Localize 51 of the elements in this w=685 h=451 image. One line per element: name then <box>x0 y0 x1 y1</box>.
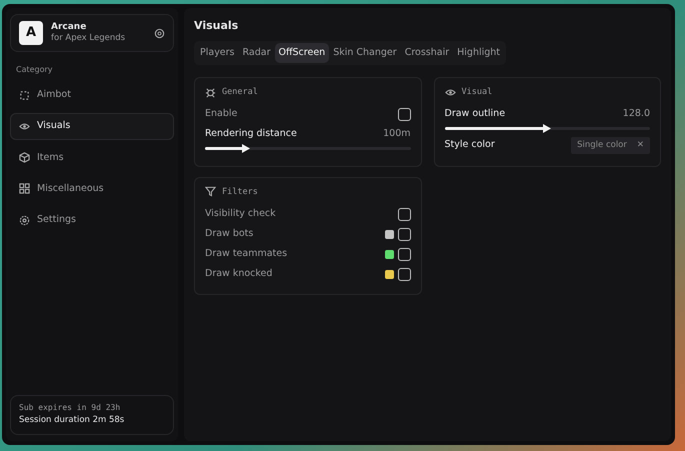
color-swatch[interactable] <box>384 250 394 259</box>
setting-label: Style color <box>444 138 495 152</box>
tab[interactable]: Crosshair <box>400 42 454 63</box>
color-swatch[interactable] <box>384 270 394 279</box>
eye-icon <box>19 120 30 132</box>
sidebar-item[interactable]: Aimbot <box>10 82 174 108</box>
setting-label: Visibility check <box>205 207 276 222</box>
card-title: Filters <box>222 186 258 198</box>
slider-value: 128.0 <box>622 107 650 122</box>
settings-icon <box>19 214 30 226</box>
checkbox[interactable] <box>398 208 410 221</box>
eye-icon <box>444 86 456 98</box>
tab[interactable]: Skin Changer <box>329 42 401 63</box>
setting-label: Draw bots <box>205 227 254 242</box>
grid-icon <box>19 183 30 194</box>
setting-label: Draw outline <box>444 107 506 122</box>
session-text: Session duration 2m 58s <box>19 414 126 428</box>
card-title: General <box>222 86 258 98</box>
tab[interactable]: Radar <box>238 42 274 63</box>
page-title: Visuals <box>194 18 240 34</box>
sidebar-item[interactable]: Miscellaneous <box>10 176 174 202</box>
setting-label: Rendering distance <box>205 127 297 142</box>
filter-icon <box>205 186 216 198</box>
clear-icon[interactable]: ✕ <box>636 139 644 152</box>
sidebar-item[interactable]: Items <box>10 144 174 171</box>
card-title: Visual <box>462 86 492 98</box>
tab[interactable]: Highlight <box>453 42 504 63</box>
category-heading: Category <box>16 64 54 76</box>
checkbox[interactable] <box>398 268 410 281</box>
app-title: Arcane <box>51 22 88 34</box>
checkbox[interactable] <box>398 108 410 121</box>
settings-icon[interactable] <box>154 28 165 38</box>
color-swatch[interactable] <box>384 230 394 239</box>
subscription-text: Sub expires in 9d 23h <box>19 402 122 414</box>
setting-label: Draw teammates <box>205 247 288 262</box>
setting-label: Enable <box>205 107 238 122</box>
tab[interactable]: OffScreen <box>274 42 330 63</box>
crosshair-icon <box>19 90 30 101</box>
checkbox[interactable] <box>398 248 410 261</box>
cube-icon <box>19 152 30 164</box>
bug-icon <box>205 86 216 98</box>
sidebar-item[interactable]: Settings <box>10 207 174 234</box>
slider-value: 100m <box>383 127 410 142</box>
app-subtitle: for Apex Legends <box>51 33 126 44</box>
sidebar-item[interactable]: Visuals <box>10 113 174 140</box>
setting-label: Draw knocked <box>205 267 272 282</box>
style-select[interactable]: Single color ✕ <box>571 137 650 154</box>
tab[interactable]: Players <box>196 42 239 63</box>
app-logo: A <box>19 21 43 45</box>
select-value: Single color <box>577 139 627 152</box>
checkbox[interactable] <box>398 228 410 241</box>
